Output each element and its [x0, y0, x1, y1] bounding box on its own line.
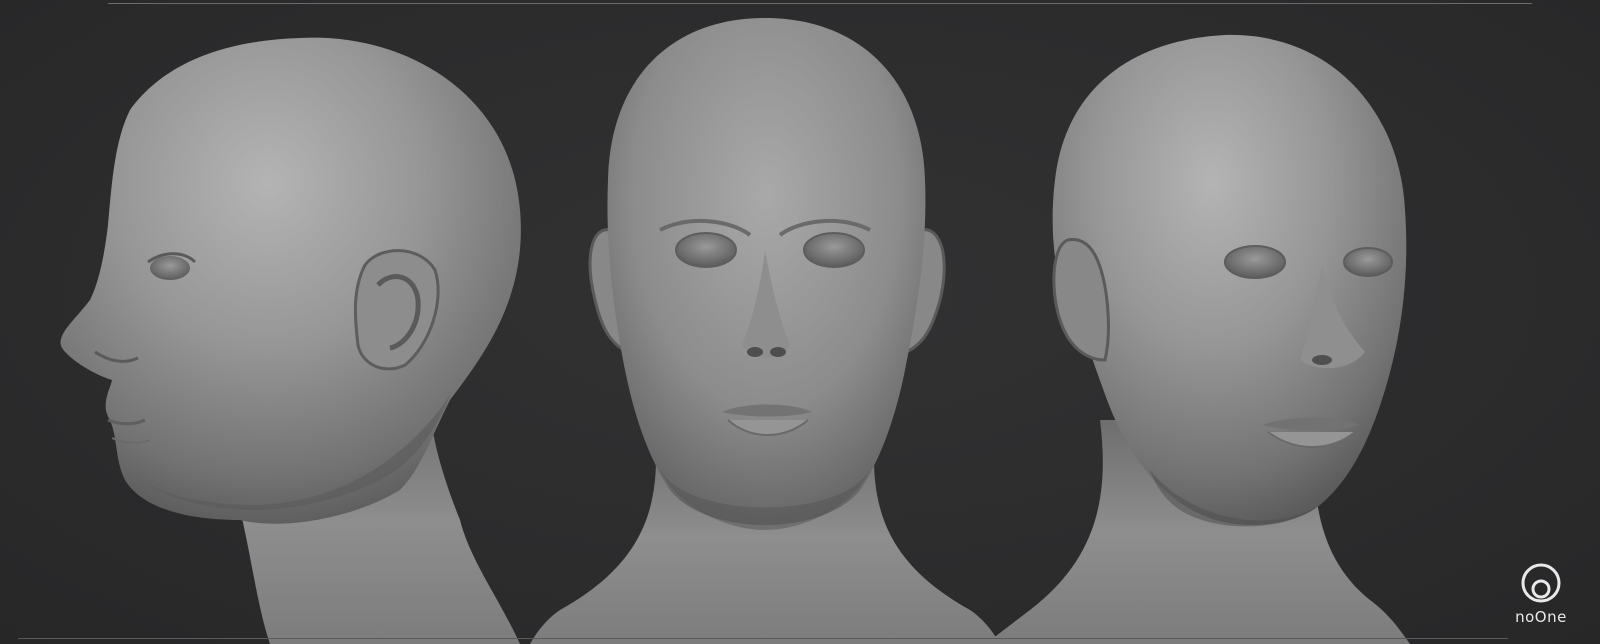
watermark-text: noOne — [1515, 608, 1567, 626]
bottom-divider — [18, 638, 1508, 639]
profile-head — [60, 37, 521, 644]
render-canvas: noOne — [0, 0, 1600, 644]
three-quarter-head — [985, 34, 1410, 644]
front-head — [530, 18, 1000, 644]
sculpt-render — [60, 18, 1410, 644]
